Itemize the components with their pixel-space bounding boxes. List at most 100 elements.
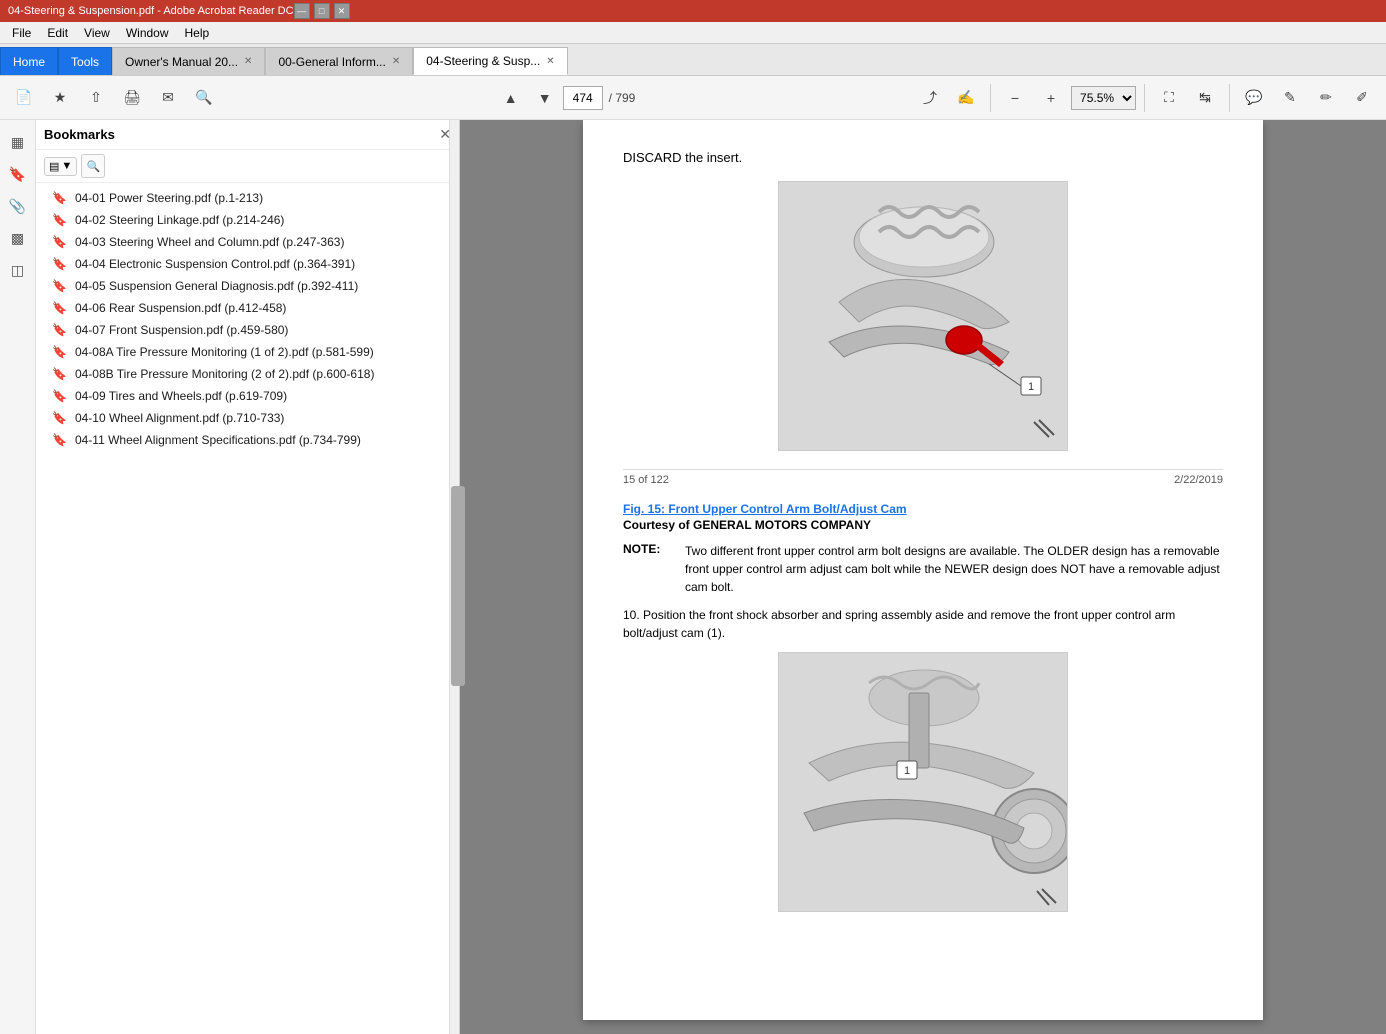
- note-text: Two different front upper control arm bo…: [685, 542, 1223, 596]
- sidebar-icon-layers[interactable]: ▩: [4, 224, 32, 252]
- prev-page-button[interactable]: ▲: [495, 82, 527, 114]
- sidebar-icon-structure[interactable]: ◫: [4, 256, 32, 284]
- menu-window[interactable]: Window: [118, 24, 177, 42]
- bookmark-icon-11: 🔖: [52, 433, 67, 447]
- bookmark-label-10: 04-10 Wheel Alignment.pdf (p.710-733): [75, 411, 284, 425]
- close-window-button[interactable]: ✕: [334, 3, 350, 19]
- tab-steering[interactable]: 04-Steering & Susp... ✕: [413, 47, 567, 75]
- toolbar: 📄 ★ ⇧ 🖨 ✉ 🔍 ▲ ▼ 474 / 799 ⤴ ✍ − + 75.5% …: [0, 76, 1386, 120]
- sidebar-icon-bookmarks[interactable]: 🔖: [4, 160, 32, 188]
- sign-button[interactable]: ✐: [1346, 82, 1378, 114]
- page-total: / 799: [605, 91, 640, 105]
- page-footer-1: 15 of 122 2/22/2019: [623, 469, 1223, 486]
- bookmarks-panel: Bookmarks ✕ ▤ ▼ 🔍 🔖 04-01 Power Steering…: [36, 120, 459, 1034]
- bookmark-item-06[interactable]: 🔖 04-06 Rear Suspension.pdf (p.412-458): [36, 297, 459, 319]
- pdf-viewer[interactable]: DISCARD the insert.: [460, 120, 1386, 1034]
- hand-tool-button[interactable]: ✍: [950, 82, 982, 114]
- bookmarks-list: 🔖 04-01 Power Steering.pdf (p.1-213) 🔖 0…: [36, 183, 459, 1034]
- bookmark-icon-07: 🔖: [52, 323, 67, 337]
- fit-page-button[interactable]: ⛶: [1153, 82, 1185, 114]
- email-button[interactable]: ✉: [152, 82, 184, 114]
- menu-edit[interactable]: Edit: [39, 24, 76, 42]
- menu-help[interactable]: Help: [177, 24, 218, 42]
- bookmark-item-08b[interactable]: 🔖 04-08B Tire Pressure Monitoring (2 of …: [36, 363, 459, 385]
- tab-steering-close[interactable]: ✕: [546, 56, 554, 67]
- discard-text: DISCARD the insert.: [623, 150, 1223, 165]
- bookmark-label-08a: 04-08A Tire Pressure Monitoring (1 of 2)…: [75, 345, 374, 359]
- fig-caption[interactable]: Fig. 15: Front Upper Control Arm Bolt/Ad…: [623, 502, 1223, 516]
- rotate-button[interactable]: ↹: [1189, 82, 1221, 114]
- bookmark-icon-03: 🔖: [52, 235, 67, 249]
- bookmark-icon-08a: 🔖: [52, 345, 67, 359]
- maximize-button[interactable]: □: [314, 3, 330, 19]
- figure-1-image: 1: [778, 181, 1068, 451]
- tab-owners-label: Owner's Manual 20...: [125, 55, 238, 69]
- titlebar-title: 04-Steering & Suspension.pdf - Adobe Acr…: [8, 5, 294, 17]
- bookmark-item-08a[interactable]: 🔖 04-08A Tire Pressure Monitoring (1 of …: [36, 341, 459, 363]
- bookmark-label-04: 04-04 Electronic Suspension Control.pdf …: [75, 257, 355, 271]
- panel-scroll[interactable]: [449, 120, 459, 1034]
- bookmark-item-09[interactable]: 🔖 04-09 Tires and Wheels.pdf (p.619-709): [36, 385, 459, 407]
- bookmark-item-07[interactable]: 🔖 04-07 Front Suspension.pdf (p.459-580): [36, 319, 459, 341]
- print-button[interactable]: 🖨: [116, 82, 148, 114]
- tab-general-close[interactable]: ✕: [392, 56, 400, 67]
- bookmark-item-02[interactable]: 🔖 04-02 Steering Linkage.pdf (p.214-246): [36, 209, 459, 231]
- menu-view[interactable]: View: [76, 24, 118, 42]
- note-label: NOTE:: [623, 542, 673, 596]
- tab-owners-close[interactable]: ✕: [244, 56, 252, 67]
- draw-button[interactable]: ✏: [1310, 82, 1342, 114]
- bookmark-item-01[interactable]: 🔖 04-01 Power Steering.pdf (p.1-213): [36, 187, 459, 209]
- highlight-button[interactable]: ✎: [1274, 82, 1306, 114]
- tabbar: Home Tools Owner's Manual 20... ✕ 00-Gen…: [0, 44, 1386, 76]
- tab-steering-label: 04-Steering & Susp...: [426, 54, 540, 68]
- menu-file[interactable]: File: [4, 24, 39, 42]
- search-button[interactable]: 🔍: [188, 82, 220, 114]
- bookmarks-view-dropdown[interactable]: ▤ ▼: [44, 157, 77, 176]
- tab-general-inform[interactable]: 00-General Inform... ✕: [265, 47, 413, 75]
- bookmark-label-02: 04-02 Steering Linkage.pdf (p.214-246): [75, 213, 284, 227]
- bookmark-icon-05: 🔖: [52, 279, 67, 293]
- pdf-page: DISCARD the insert.: [583, 120, 1263, 1020]
- bookmark-star-button[interactable]: ★: [44, 82, 76, 114]
- zoom-out-button[interactable]: −: [999, 82, 1031, 114]
- bookmark-icon-06: 🔖: [52, 301, 67, 315]
- upload-button[interactable]: ⇧: [80, 82, 112, 114]
- bookmark-icon-01: 🔖: [52, 191, 67, 205]
- sidebar-icons: ▦ 🔖 📎 ▩ ◫: [0, 120, 36, 1034]
- scroll-handle[interactable]: [451, 486, 465, 686]
- figure-2-image: 1: [778, 652, 1068, 912]
- sidebar-icon-pages[interactable]: ▦: [4, 128, 32, 156]
- bookmarks-dropdown-arrow: ▼: [61, 160, 72, 172]
- bookmark-item-11[interactable]: 🔖 04-11 Wheel Alignment Specifications.p…: [36, 429, 459, 451]
- bookmarks-title: Bookmarks: [44, 127, 115, 142]
- nav-group: ▲ ▼ 474 / 799: [495, 82, 640, 114]
- figure-1-container: 1: [623, 181, 1223, 459]
- zoom-in-button[interactable]: +: [1035, 82, 1067, 114]
- cursor-tool-button[interactable]: ⤴: [914, 82, 946, 114]
- bookmark-icon-09: 🔖: [52, 389, 67, 403]
- titlebar: 04-Steering & Suspension.pdf - Adobe Acr…: [0, 0, 1386, 22]
- bookmark-item-04[interactable]: 🔖 04-04 Electronic Suspension Control.pd…: [36, 253, 459, 275]
- new-file-button[interactable]: 📄: [8, 82, 40, 114]
- zoom-select[interactable]: 75.5% 50% 75% 100% 125% 150% 200%: [1071, 86, 1136, 110]
- bookmark-label-07: 04-07 Front Suspension.pdf (p.459-580): [75, 323, 288, 337]
- bookmark-item-10[interactable]: 🔖 04-10 Wheel Alignment.pdf (p.710-733): [36, 407, 459, 429]
- tab-owners-manual[interactable]: Owner's Manual 20... ✕: [112, 47, 265, 75]
- page-counter: 15 of 122: [623, 474, 669, 486]
- bookmark-item-03[interactable]: 🔖 04-03 Steering Wheel and Column.pdf (p…: [36, 231, 459, 253]
- bookmark-item-05[interactable]: 🔖 04-05 Suspension General Diagnosis.pdf…: [36, 275, 459, 297]
- bookmarks-toolbar: ▤ ▼ 🔍: [36, 150, 459, 183]
- tab-tools[interactable]: Tools: [58, 47, 112, 75]
- sidebar-icon-attachments[interactable]: 📎: [4, 192, 32, 220]
- svg-text:1: 1: [904, 765, 910, 777]
- tab-home-label: Home: [13, 55, 45, 69]
- page-input[interactable]: 474: [563, 86, 603, 110]
- fig-courtesy: Courtesy of GENERAL MOTORS COMPANY: [623, 518, 1223, 532]
- bookmarks-search-button[interactable]: 🔍: [81, 154, 105, 178]
- minimize-button[interactable]: —: [294, 3, 310, 19]
- bookmark-label-01: 04-01 Power Steering.pdf (p.1-213): [75, 191, 263, 205]
- tab-home[interactable]: Home: [0, 47, 58, 75]
- bookmark-label-08b: 04-08B Tire Pressure Monitoring (2 of 2)…: [75, 367, 374, 381]
- comment-button[interactable]: 💬: [1238, 82, 1270, 114]
- next-page-button[interactable]: ▼: [529, 82, 561, 114]
